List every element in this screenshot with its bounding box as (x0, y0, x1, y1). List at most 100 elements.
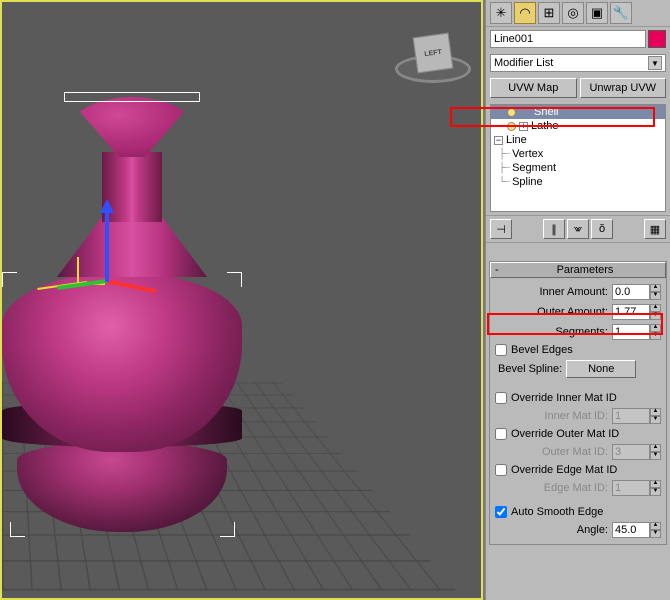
object-color-swatch[interactable] (648, 30, 666, 48)
spin-down-icon[interactable]: ▼ (650, 292, 661, 300)
spin-down-icon: ▼ (650, 416, 661, 424)
spin-up-icon: ▲ (650, 444, 661, 452)
stack-item-shell[interactable]: Shell (491, 105, 665, 119)
motion-tab-icon[interactable]: ◎ (562, 2, 584, 24)
hierarchy-tab-icon[interactable]: ⊞ (538, 2, 560, 24)
override-edge-label: Override Edge Mat ID (511, 464, 617, 476)
uvw-map-button[interactable]: UVW Map (490, 78, 577, 98)
stack-label: Vertex (512, 148, 543, 160)
override-inner-label: Override Inner Mat ID (511, 392, 617, 404)
spin-up-icon[interactable]: ▲ (650, 324, 661, 332)
stack-label: Spline (512, 176, 543, 188)
configure-sets-icon[interactable]: ▦ (644, 219, 666, 239)
modifier-list-dropdown[interactable]: Modifier List ▼ (490, 54, 666, 72)
stack-item-spline[interactable]: └┄ Spline (491, 175, 665, 189)
stack-label: Lathe (531, 120, 559, 132)
stack-label: Segment (512, 162, 556, 174)
stack-item-lathe[interactable]: + Lathe (491, 119, 665, 133)
bulb-icon[interactable] (507, 122, 516, 131)
checkbox-input[interactable] (495, 344, 507, 356)
auto-smooth-checkbox[interactable]: Auto Smooth Edge (492, 504, 664, 520)
outer-mat-id-spinner: ▲▼ (612, 444, 661, 460)
bbox-corner (220, 522, 235, 537)
outer-mat-id-input (612, 444, 650, 460)
inner-mat-id-label: Inner Mat ID: (544, 410, 608, 422)
checkbox-input[interactable] (495, 506, 507, 518)
object-name-input[interactable] (490, 30, 646, 48)
bbox-corner (10, 522, 25, 537)
vase-object[interactable] (2, 82, 242, 562)
view-cube-face[interactable]: LEFT (413, 33, 454, 74)
checkbox-input[interactable] (495, 392, 507, 404)
outer-mat-id-label: Outer Mat ID: (542, 446, 608, 458)
stack-item-line[interactable]: − Line (491, 133, 665, 147)
edge-mat-id-spinner: ▲▼ (612, 480, 661, 496)
rollout-title: Parameters (509, 264, 661, 276)
bbox-corner (227, 272, 242, 287)
pin-stack-icon[interactable]: ⊣ (490, 219, 512, 239)
collapse-icon[interactable]: − (494, 136, 503, 145)
stack-label: Line (506, 134, 527, 146)
spin-up-icon[interactable]: ▲ (650, 304, 661, 312)
override-inner-checkbox[interactable]: Override Inner Mat ID (492, 390, 664, 406)
segments-spinner[interactable]: ▲▼ (612, 324, 661, 340)
remove-modifier-icon[interactable]: ŏ (591, 219, 613, 239)
auto-smooth-label: Auto Smooth Edge (511, 506, 603, 518)
create-tab-icon[interactable]: ✳ (490, 2, 512, 24)
angle-spinner[interactable]: ▲▼ (612, 522, 661, 538)
stack-item-vertex[interactable]: ├┄ Vertex (491, 147, 665, 161)
spin-down-icon[interactable]: ▼ (650, 332, 661, 340)
stack-item-segment[interactable]: ├┄ Segment (491, 161, 665, 175)
vase-top (67, 97, 197, 157)
override-edge-checkbox[interactable]: Override Edge Mat ID (492, 462, 664, 478)
spin-up-icon[interactable]: ▲ (650, 522, 661, 530)
bevel-edges-checkbox[interactable]: Bevel Edges (492, 342, 664, 358)
make-unique-icon[interactable]: ⩖ (567, 219, 589, 239)
inner-amount-input[interactable] (612, 284, 650, 300)
move-gizmo[interactable] (77, 207, 137, 307)
inner-amount-spinner[interactable]: ▲▼ (612, 284, 661, 300)
dropdown-arrow-icon: ▼ (648, 56, 662, 70)
parameters-rollout: - Parameters Inner Amount: ▲▼ Outer Amou… (489, 261, 667, 545)
modify-tab-icon[interactable]: ◠ (514, 2, 536, 24)
override-outer-checkbox[interactable]: Override Outer Mat ID (492, 426, 664, 442)
inner-amount-label: Inner Amount: (540, 286, 609, 298)
bevel-spline-label: Bevel Spline: (498, 363, 562, 375)
viewport[interactable]: LEFT (0, 0, 483, 600)
bbox-corner (64, 92, 200, 102)
gizmo-z-axis[interactable] (105, 207, 109, 282)
edge-mat-id-label: Edge Mat ID: (544, 482, 608, 494)
rollout-header[interactable]: - Parameters (490, 262, 666, 278)
outer-amount-input[interactable] (612, 304, 650, 320)
expand-icon[interactable]: + (519, 122, 528, 131)
modifier-list-label: Modifier List (494, 57, 553, 69)
inner-mat-id-spinner: ▲▼ (612, 408, 661, 424)
unwrap-uvw-button[interactable]: Unwrap UVW (580, 78, 667, 98)
segments-label: Segments: (555, 326, 608, 338)
spin-down-icon[interactable]: ▼ (650, 312, 661, 320)
bevel-edges-label: Bevel Edges (511, 344, 573, 356)
spin-down-icon[interactable]: ▼ (650, 530, 661, 538)
collapse-icon: - (495, 264, 505, 276)
bevel-spline-button[interactable]: None (566, 360, 636, 378)
spin-up-icon[interactable]: ▲ (650, 284, 661, 292)
angle-input[interactable] (612, 522, 650, 538)
vase-base (17, 442, 227, 532)
modifier-stack[interactable]: Shell + Lathe − Line ├┄ Vertex ├┄ Segmen… (490, 104, 666, 212)
checkbox-input[interactable] (495, 428, 507, 440)
utilities-tab-icon[interactable]: 🔧 (610, 2, 632, 24)
edge-mat-id-input (612, 480, 650, 496)
bulb-icon[interactable] (507, 108, 516, 117)
show-end-result-icon[interactable]: ∥ (543, 219, 565, 239)
display-tab-icon[interactable]: ▣ (586, 2, 608, 24)
view-cube[interactable]: LEFT (403, 27, 463, 87)
segments-input[interactable] (612, 324, 650, 340)
spin-down-icon: ▼ (650, 452, 661, 460)
bbox-corner (2, 272, 17, 287)
command-panel: ✳ ◠ ⊞ ◎ ▣ 🔧 Modifier List ▼ UVW Map Unwr… (485, 0, 670, 600)
checkbox-input[interactable] (495, 464, 507, 476)
override-outer-label: Override Outer Mat ID (511, 428, 619, 440)
outer-amount-spinner[interactable]: ▲▼ (612, 304, 661, 320)
stack-label: Shell (534, 106, 558, 118)
outer-amount-label: Outer Amount: (537, 306, 608, 318)
